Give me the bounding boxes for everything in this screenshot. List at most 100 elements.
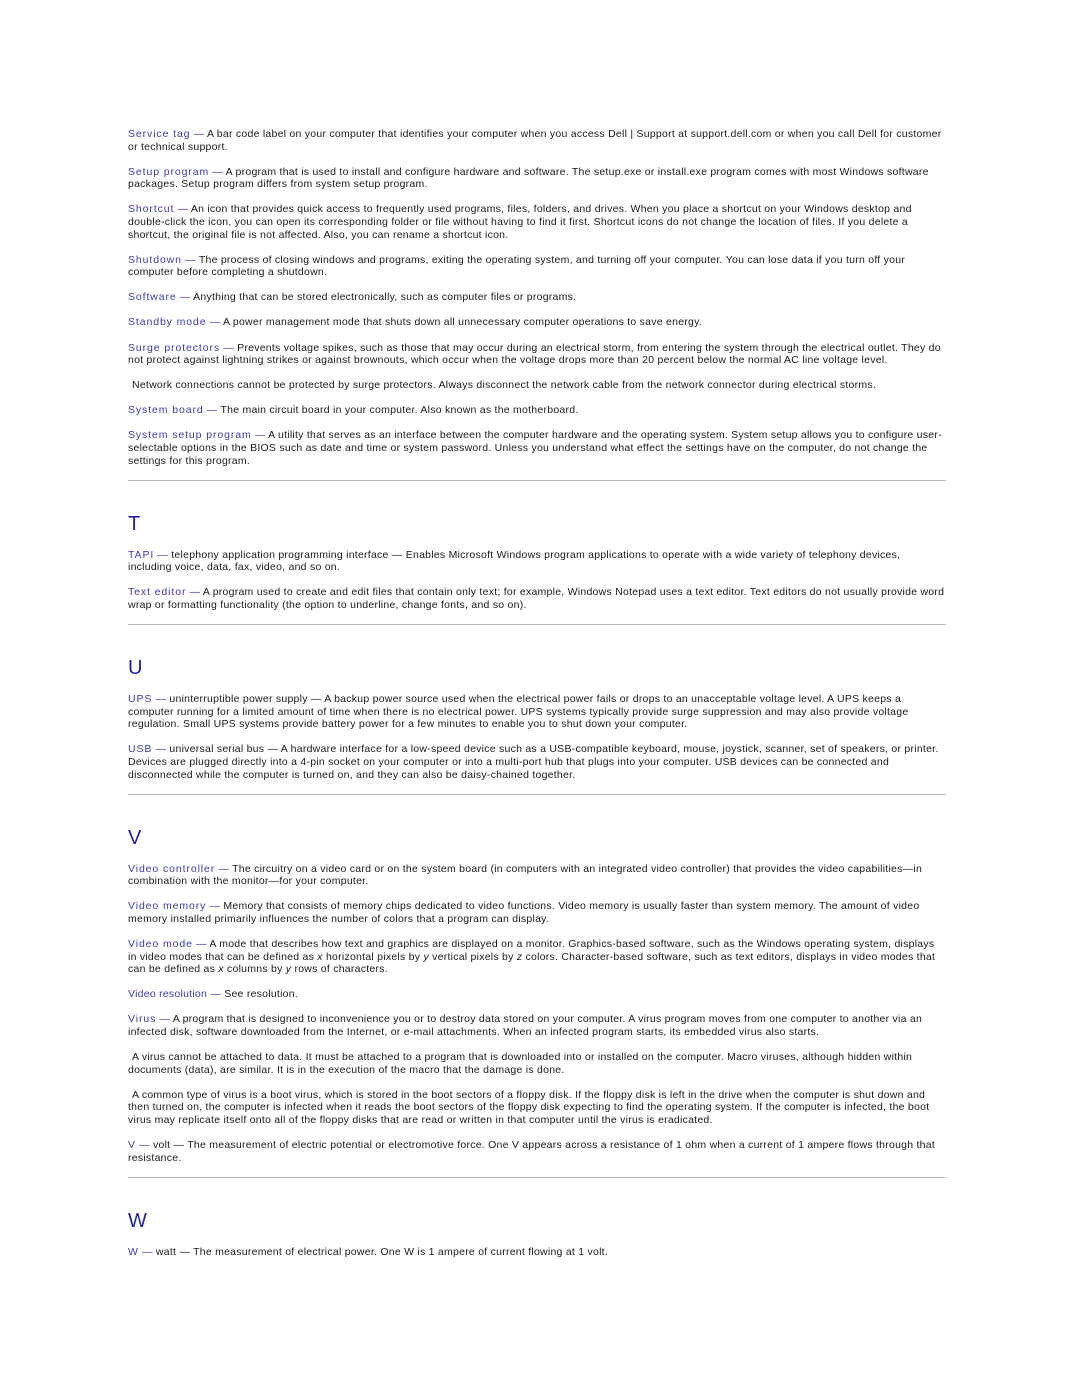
glossary-entry-usb: USB — universal serial bus — A hardware … [128, 743, 946, 781]
glossary-term: System board [128, 404, 204, 417]
glossary-definition-part: horizontal pixels by [322, 950, 424, 963]
section-heading-t: T [128, 512, 141, 535]
glossary-entry-volt: V — volt — The measurement of electric p… [128, 1139, 946, 1164]
glossary-entry-shortcut: Shortcut — An icon that provides quick a… [128, 203, 946, 241]
glossary-term: Text editor [128, 586, 187, 599]
glossary-dash: — [181, 253, 199, 266]
glossary-dash-2: — [176, 1245, 194, 1258]
glossary-expansion: watt [155, 1245, 177, 1258]
glossary-term: Standby mode [128, 316, 207, 329]
glossary-dash: — [215, 862, 233, 875]
glossary-entry-software: Software — Anything that can be stored e… [128, 291, 946, 304]
glossary-entry-tapi: TAPI — telephony application programming… [128, 549, 946, 574]
glossary-definition-part: vertical pixels by [428, 950, 517, 963]
glossary-dash: — [209, 165, 226, 178]
glossary-dash: — [206, 316, 224, 329]
glossary-dash: — [190, 128, 207, 140]
glossary-definition-part: columns by [223, 963, 286, 976]
glossary-term: Shutdown [128, 253, 182, 266]
glossary-page: Service tag — A bar code label on your c… [128, 128, 946, 1271]
glossary-term: Video mode [128, 938, 193, 950]
glossary-note-surge-protectors: Network connections cannot be protected … [132, 379, 877, 392]
glossary-definition: A bar code label on your computer that i… [128, 128, 942, 153]
glossary-expansion: uninterruptible power supply [169, 693, 308, 706]
glossary-term: Surge protectors [128, 341, 221, 354]
glossary-dash: — [206, 900, 224, 913]
glossary-definition: An icon that provides quick access to fr… [128, 203, 912, 241]
glossary-term: Service tag [128, 128, 191, 140]
glossary-term: Software [128, 291, 177, 304]
glossary-dash-2: — [388, 548, 406, 561]
glossary-definition: A power management mode that shuts down … [223, 316, 703, 329]
glossary-term: TAPI [128, 548, 155, 561]
glossary-dash: — [207, 988, 225, 1001]
glossary-definition: Prevents voltage spikes, such as those t… [128, 341, 941, 367]
glossary-entry-surge-protectors: Surge protectors — Prevents voltage spik… [128, 342, 946, 367]
glossary-dash: — [251, 429, 269, 442]
glossary-entry-shutdown: Shutdown — The process of closing window… [128, 254, 946, 279]
glossary-dash: — [138, 1245, 156, 1258]
glossary-definition: Anything that can be stored electronical… [193, 291, 577, 304]
glossary-entry-video-mode: Video mode — A mode that describes how t… [128, 938, 946, 976]
glossary-definition: A program used to create and edit files … [128, 586, 945, 611]
section-heading-u: U [128, 657, 143, 680]
glossary-definition: Memory that consists of memory chips ded… [128, 900, 920, 925]
glossary-entry-system-board: System board — The main circuit board in… [128, 404, 946, 417]
section-heading-w: W [128, 1209, 148, 1232]
glossary-entry-virus: Virus — A program that is designed to in… [128, 1013, 946, 1038]
glossary-expansion: universal serial bus [169, 743, 265, 756]
glossary-term: Shortcut [128, 203, 175, 216]
glossary-definition: A program that is used to install and co… [128, 165, 929, 191]
glossary-entry-video-memory: Video memory — Memory that consists of m… [128, 900, 946, 925]
glossary-term: Video memory [128, 900, 207, 913]
glossary-dash: — [186, 586, 203, 599]
glossary-dash: — [152, 743, 170, 756]
glossary-definition: See resolution. [224, 988, 299, 1001]
glossary-definition-part: rows of characters. [291, 963, 388, 976]
glossary-entry-service-tag: Service tag — A bar code label on your c… [128, 128, 946, 153]
glossary-dash: — [220, 341, 238, 354]
glossary-definition: The measurement of electric potential or… [128, 1139, 936, 1164]
glossary-note-virus-2: A virus cannot be attached to data. It m… [128, 1051, 913, 1076]
glossary-entry-video-controller: Video controller — The circuitry on a vi… [128, 863, 946, 888]
glossary-entry-standby-mode: Standby mode — A power management mode t… [128, 316, 946, 329]
glossary-entry-ups: UPS — uninterruptible power supply — A b… [128, 693, 946, 731]
glossary-dash-2: — [170, 1139, 188, 1152]
glossary-dash: — [152, 693, 170, 706]
glossary-expansion: volt [153, 1139, 171, 1152]
glossary-note-virus-3: A common type of virus is a boot virus, … [128, 1088, 930, 1126]
glossary-dash: — [156, 1013, 173, 1026]
glossary-term: W [128, 1245, 139, 1258]
glossary-definition: The main circuit board in your computer.… [220, 404, 579, 417]
glossary-entry-text-editor: Text editor — A program used to create a… [128, 586, 946, 611]
glossary-term: USB [128, 743, 153, 756]
glossary-expansion: telephony application programming interf… [171, 548, 389, 561]
glossary-term: Video resolution [128, 988, 208, 1001]
glossary-dash: — [192, 938, 210, 950]
glossary-term: System setup program [128, 429, 252, 442]
glossary-dash: — [176, 291, 194, 304]
glossary-dash-2: — [307, 693, 325, 706]
section-heading-v: V [128, 826, 142, 849]
glossary-dash: — [135, 1139, 153, 1152]
glossary-definition: The process of closing windows and progr… [128, 253, 906, 279]
glossary-term: Video controller [128, 862, 216, 875]
glossary-entry-video-resolution: Video resolution — See resolution. [128, 988, 946, 1001]
glossary-term: V [128, 1139, 136, 1152]
glossary-entry-setup-program: Setup program — A program that is used t… [128, 166, 946, 191]
glossary-definition: The measurement of electrical power. One… [193, 1245, 609, 1258]
glossary-entry-system-setup-program: System setup program — A utility that se… [128, 429, 946, 467]
glossary-term: Setup program [128, 165, 210, 178]
glossary-term: Virus [128, 1013, 157, 1026]
glossary-term: UPS [128, 693, 153, 706]
glossary-dash: — [174, 203, 191, 216]
glossary-definition: The circuitry on a video card or on the … [128, 862, 923, 888]
glossary-dash: — [154, 548, 172, 561]
glossary-definition: A program that is designed to inconvenie… [128, 1013, 923, 1038]
glossary-dash-2: — [264, 743, 281, 756]
glossary-entry-watt: W — watt — The measurement of electrical… [128, 1246, 946, 1259]
